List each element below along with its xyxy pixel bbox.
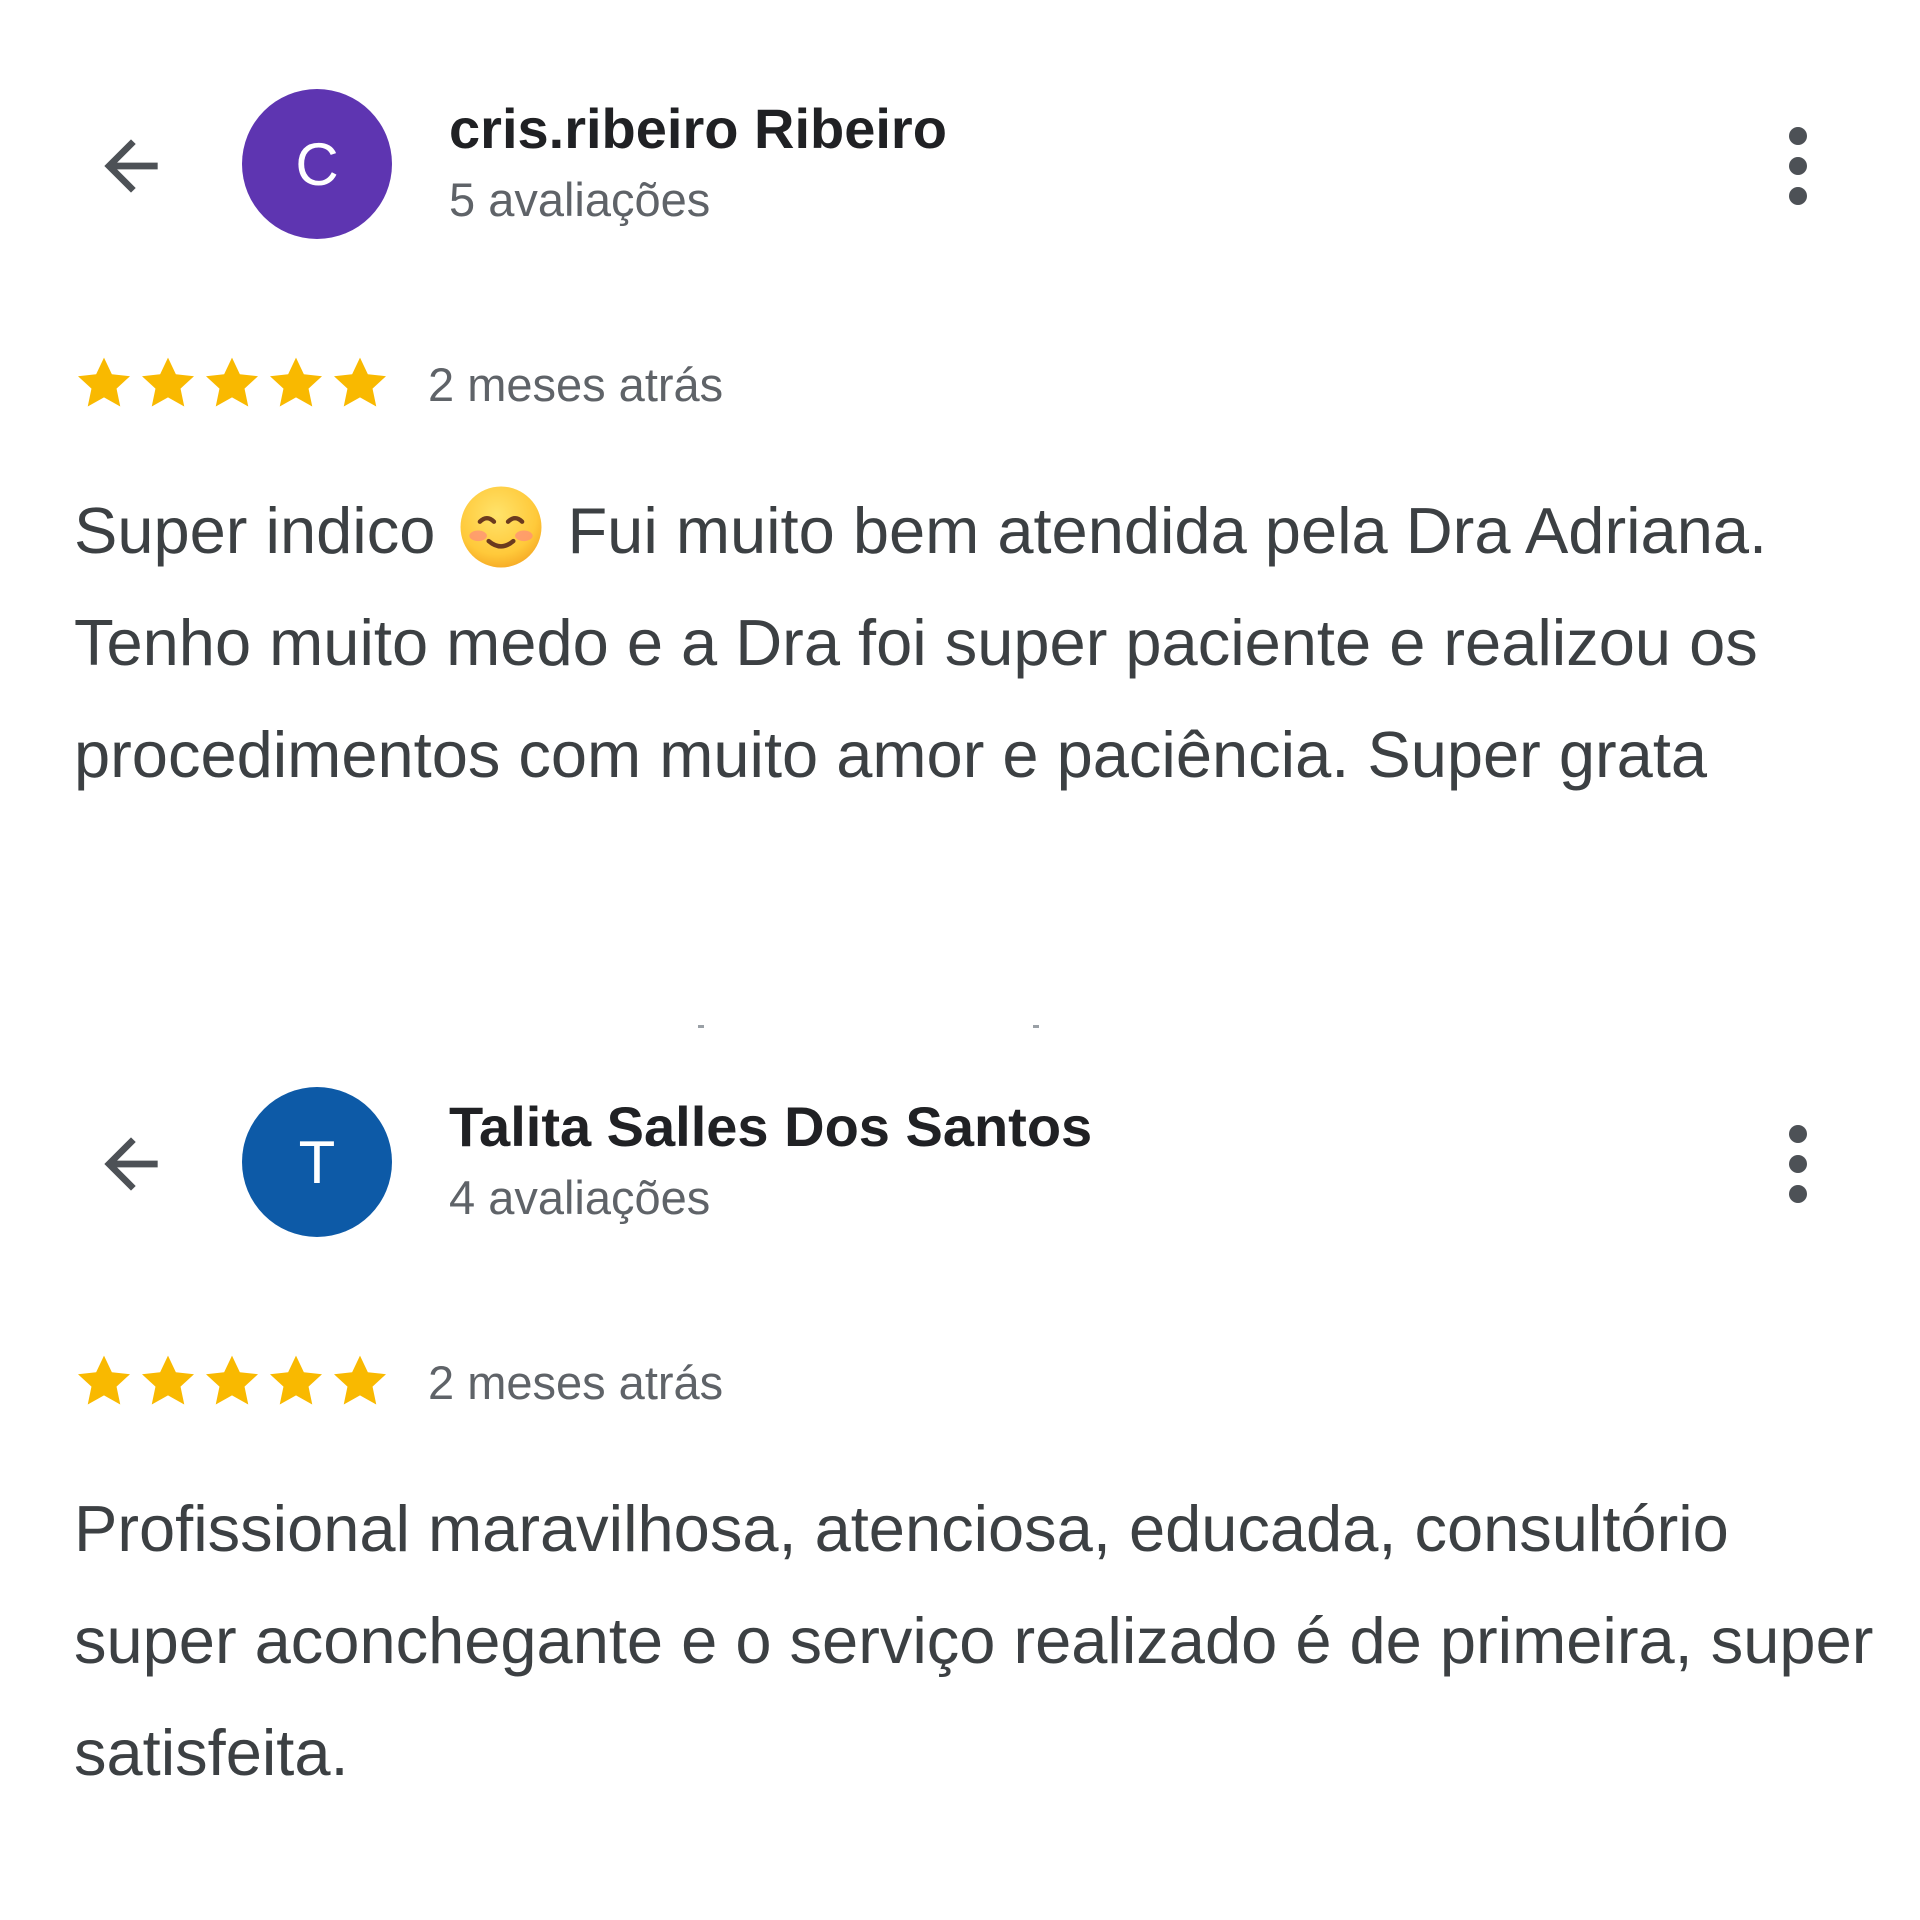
avatar[interactable]: T [242, 1087, 392, 1237]
star-icon [334, 1355, 386, 1405]
review-count: 4 avaliações [449, 1171, 711, 1224]
review-time: 2 meses atrás [428, 1356, 724, 1409]
star-icon [334, 357, 386, 407]
smiling-face-emoji-icon [460, 486, 542, 568]
star-icon [78, 1355, 130, 1405]
reviewer-name[interactable]: cris.ribeiro Ribeiro [449, 96, 947, 161]
review-time: 2 meses atrás [428, 358, 724, 411]
back-arrow-icon[interactable] [88, 1121, 174, 1207]
star-rating [72, 1348, 392, 1414]
star-icon [142, 1355, 194, 1405]
star-icon [270, 357, 322, 407]
star-icon [270, 1355, 322, 1405]
review-count: 5 avaliações [449, 173, 711, 226]
review-text-part: Super indico [74, 494, 436, 567]
star-rating [72, 350, 392, 416]
avatar-letter: T [298, 1128, 336, 1196]
star-icon [206, 1355, 258, 1405]
avatar-letter: C [295, 130, 339, 198]
back-arrow-icon[interactable] [88, 123, 174, 209]
more-options-icon[interactable] [1763, 118, 1833, 214]
review-text: Profissional maravilhosa, atenciosa, edu… [74, 1492, 1874, 1789]
divider-mark [1033, 1025, 1039, 1028]
star-icon [78, 357, 130, 407]
star-icon [142, 357, 194, 407]
review-text: Super indico Fui muito bem atendida pela… [74, 475, 1874, 811]
reviewer-name[interactable]: Talita Salles Dos Santos [449, 1094, 1092, 1159]
more-options-icon[interactable] [1763, 1116, 1833, 1212]
avatar[interactable]: C [242, 89, 392, 239]
star-icon [206, 357, 258, 407]
divider-mark [698, 1025, 704, 1028]
